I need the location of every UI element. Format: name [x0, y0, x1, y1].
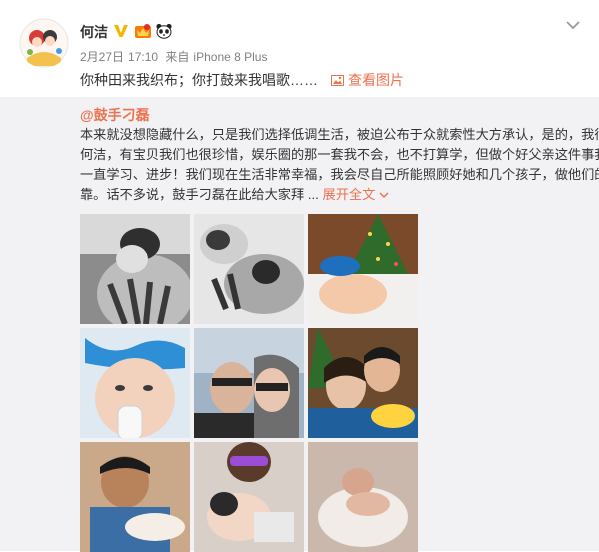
- expand-label: 展开全文: [322, 187, 376, 202]
- repost-text-line: 靠。话不多说，鼓手刁磊在此给大家拜 ... 展开全文: [80, 185, 575, 205]
- source-prefix: 来自: [165, 50, 190, 64]
- view-pictures-link[interactable]: 查看图片: [331, 70, 404, 90]
- avatar[interactable]: [19, 18, 69, 68]
- photo-thumbnail[interactable]: [308, 328, 418, 438]
- expand-full-text-link[interactable]: 展开全文: [323, 187, 389, 202]
- post-source[interactable]: iPhone 8 Plus: [193, 50, 267, 64]
- photo-thumbnail[interactable]: [308, 214, 418, 324]
- photo-thumbnail[interactable]: [80, 442, 190, 552]
- repost-text-last: 靠。话不多说，鼓手刁磊在此给大家拜 ...: [80, 187, 319, 202]
- chevron-down-icon[interactable]: [565, 18, 581, 30]
- photo-thumbnail[interactable]: [194, 328, 304, 438]
- image-icon: [331, 75, 344, 86]
- photo-thumbnail[interactable]: [80, 328, 190, 438]
- repost-author[interactable]: @鼓手刁磊: [80, 105, 150, 125]
- post-meta: 2月27日 17:10 来自 iPhone 8 Plus: [80, 48, 271, 65]
- photo-thumbnail[interactable]: [194, 214, 304, 324]
- photo-thumbnail[interactable]: [80, 214, 190, 324]
- post-time[interactable]: 17:10: [128, 50, 158, 64]
- photo-thumbnail[interactable]: [308, 442, 418, 552]
- repost-text-line: 何洁，有宝贝我们也很珍惜，娱乐圈的那一套我不会，也不打算学，但做个好父亲这件事我…: [80, 147, 599, 162]
- chevron-down-icon: [379, 192, 389, 199]
- post-text: 你种田来我织布；你打鼓来我唱歌……: [80, 72, 318, 88]
- post-date[interactable]: 2月27日: [80, 50, 124, 64]
- repost-text: 本来就没想隐藏什么，只是我们选择低调生活，被迫公布于众就索性大方承认，是的，我很…: [80, 125, 599, 205]
- verified-v-icon[interactable]: [113, 23, 129, 39]
- repost-text-line: 一直学习、进步！我们现在生活非常幸福，我会尽自己所能照顾好她和几个孩子，做他们的…: [80, 167, 599, 182]
- view-pictures-label: 查看图片: [348, 72, 404, 88]
- vip-crown-icon[interactable]: [134, 23, 152, 39]
- photo-thumbnail[interactable]: [194, 442, 304, 552]
- author-name[interactable]: 何洁: [80, 22, 108, 42]
- panda-icon[interactable]: [155, 23, 173, 39]
- repost-text-line: 本来就没想隐藏什么，只是我们选择低调生活，被迫公布于众就索性大方承认，是的，我很…: [80, 127, 599, 142]
